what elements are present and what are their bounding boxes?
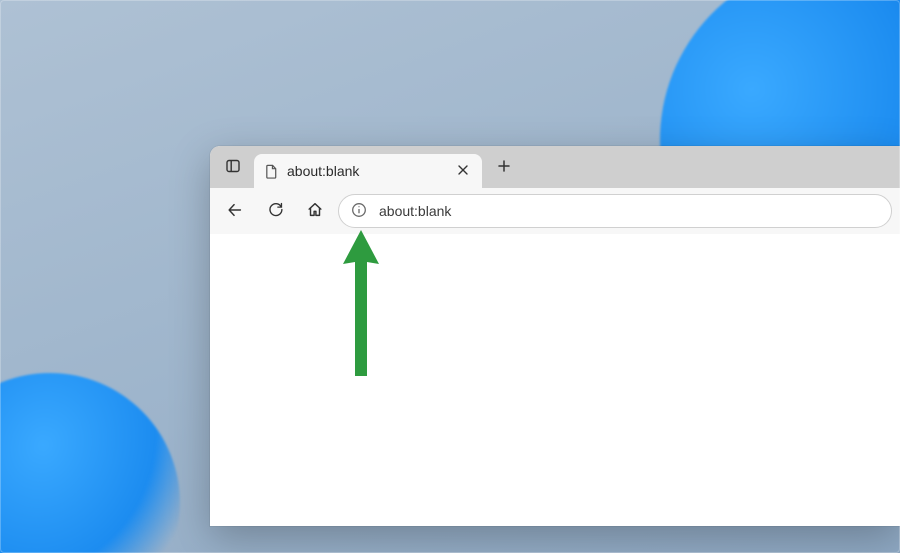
refresh-icon bbox=[267, 201, 284, 221]
address-bar[interactable] bbox=[338, 194, 892, 228]
page-content-blank bbox=[210, 234, 900, 526]
navigation-toolbar bbox=[210, 188, 900, 235]
tab-title: about:blank bbox=[287, 163, 444, 179]
home-icon bbox=[306, 201, 324, 222]
page-icon bbox=[264, 164, 279, 179]
tab-actions-button[interactable] bbox=[218, 152, 248, 182]
tab-actions-icon bbox=[225, 158, 241, 177]
info-icon bbox=[351, 202, 367, 221]
refresh-button[interactable] bbox=[258, 194, 292, 228]
url-input[interactable] bbox=[377, 202, 879, 220]
close-icon bbox=[457, 163, 469, 179]
wallpaper-bloom bbox=[0, 336, 217, 553]
tab-strip: about:blank bbox=[210, 146, 900, 188]
tab-close-button[interactable] bbox=[452, 160, 474, 182]
back-arrow-icon bbox=[226, 201, 244, 222]
site-info-button[interactable] bbox=[351, 202, 367, 221]
new-tab-button[interactable] bbox=[488, 151, 520, 183]
desktop-wallpaper: about:blank bbox=[0, 0, 900, 553]
browser-window: about:blank bbox=[210, 146, 900, 526]
browser-tab-active[interactable]: about:blank bbox=[254, 154, 482, 188]
back-button[interactable] bbox=[218, 194, 252, 228]
plus-icon bbox=[497, 159, 511, 176]
home-button[interactable] bbox=[298, 194, 332, 228]
